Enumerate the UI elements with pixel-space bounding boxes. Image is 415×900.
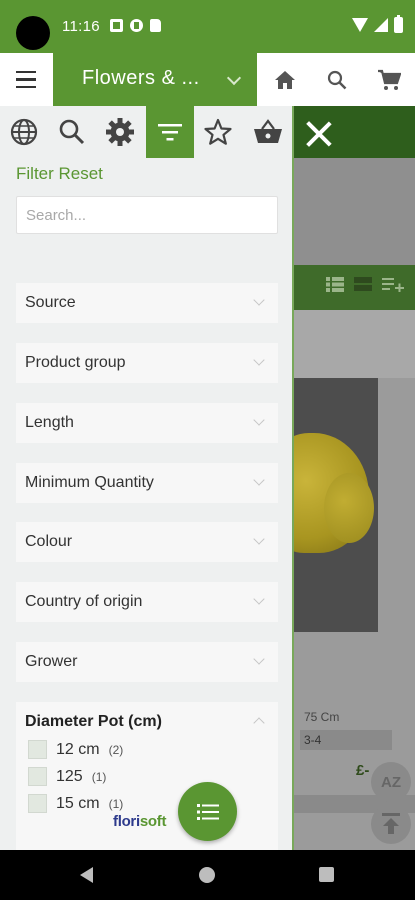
chevron-up-icon[interactable] (253, 717, 265, 729)
checkbox[interactable] (28, 740, 47, 759)
basket-button[interactable] (244, 106, 292, 158)
menu-icon[interactable] (0, 53, 52, 106)
basket-icon (254, 119, 282, 143)
filter-option[interactable]: 125 (1) (28, 767, 106, 786)
checkbox[interactable] (28, 794, 47, 813)
chevron-down-icon (253, 474, 265, 486)
grid-view-icon[interactable] (354, 277, 372, 292)
facet-minimum-quantity[interactable]: Minimum Quantity (16, 463, 278, 503)
filter-panel: Filter Reset Source Product group Length… (0, 106, 294, 852)
notification-icon (130, 19, 143, 32)
battery-icon (394, 15, 403, 33)
chevron-down-icon (253, 354, 265, 366)
product-price: £- (356, 762, 370, 779)
facet-source[interactable]: Source (16, 283, 278, 323)
list-icon (196, 803, 219, 820)
favorites-button[interactable] (194, 106, 242, 158)
list-view-icon[interactable] (326, 277, 344, 292)
search-icon (59, 119, 85, 145)
chevron-down-icon (253, 593, 265, 605)
option-label: 12 cm (56, 740, 100, 758)
status-time: 11:16 (62, 18, 100, 35)
to-top-icon (382, 813, 400, 834)
checkbox[interactable] (28, 767, 47, 786)
facet-colour[interactable]: Colour (16, 522, 278, 562)
system-nav-bar (0, 850, 415, 900)
status-bar: 11:16 (0, 0, 415, 53)
system-icons (352, 15, 403, 33)
logo-text: soft (139, 813, 167, 830)
back-icon[interactable] (80, 867, 93, 883)
chevron-down-icon (253, 294, 265, 306)
search-button[interactable] (312, 53, 362, 106)
add-list-icon[interactable] (382, 277, 404, 292)
facet-label: Product group (25, 354, 126, 371)
app-bar: Flowers & ... (0, 53, 415, 106)
panel-search-button[interactable] (48, 106, 96, 158)
category-dropdown[interactable]: Flowers & ... (53, 53, 257, 106)
product-banner (294, 158, 415, 265)
facet-label[interactable]: Diameter Pot (cm) (25, 713, 162, 731)
search-icon (327, 70, 347, 89)
chevron-down-icon (253, 533, 265, 545)
product-image-bg (378, 378, 415, 632)
facet-product-group[interactable]: Product group (16, 343, 278, 383)
filter-search-input[interactable] (16, 196, 278, 234)
signal-icon (374, 18, 388, 32)
product-header (294, 310, 415, 378)
facet-length[interactable]: Length (16, 403, 278, 443)
list-fab-button[interactable] (178, 782, 237, 841)
wifi-icon (352, 18, 368, 32)
facet-label: Colour (25, 533, 73, 550)
product-image[interactable] (294, 378, 378, 632)
chevron-down-icon (253, 414, 265, 426)
cart-button[interactable] (364, 53, 414, 106)
panel-icon-bar (0, 106, 292, 158)
chevron-down-icon (253, 653, 265, 665)
recents-icon[interactable] (319, 867, 334, 882)
view-switcher (326, 277, 404, 292)
chevron-down-icon (226, 70, 242, 86)
close-icon[interactable] (302, 117, 336, 151)
language-button[interactable] (0, 106, 48, 158)
florisoft-logo: florisoft (113, 813, 166, 830)
settings-button[interactable] (96, 106, 144, 158)
sort-az-button[interactable]: AZ (371, 762, 411, 802)
filter-option[interactable]: 15 cm (1) (28, 794, 123, 813)
facet-label: Country of origin (25, 593, 143, 610)
gear-icon (106, 118, 134, 146)
notification-icon (110, 19, 123, 32)
app-title: Flowers & ... (82, 67, 200, 89)
product-length: 75 Cm (304, 710, 340, 724)
facet-label: Length (25, 414, 74, 431)
camera-cutout (16, 16, 50, 50)
option-count: (1) (91, 769, 107, 784)
filter-option[interactable]: 12 cm (2) (28, 740, 123, 759)
option-label: 15 cm (56, 794, 100, 812)
filter-icon (158, 124, 182, 141)
option-count: (1) (108, 796, 124, 811)
home-button[interactable] (260, 53, 310, 106)
quantity-range: 3-4 (300, 730, 392, 750)
facet-country-of-origin[interactable]: Country of origin (16, 582, 278, 622)
facet-label: Source (25, 294, 76, 311)
cart-icon (378, 69, 401, 90)
facet-label: Minimum Quantity (25, 474, 154, 491)
facet-label: Grower (25, 653, 78, 670)
option-label: 125 (56, 767, 83, 785)
globe-icon (10, 118, 38, 146)
home-icon (275, 70, 295, 89)
sd-card-icon (150, 19, 161, 32)
filter-tab[interactable] (146, 106, 194, 158)
option-count: (2) (108, 742, 124, 757)
filter-reset-link[interactable]: Filter Reset (16, 164, 103, 184)
star-icon (204, 118, 232, 145)
facet-grower[interactable]: Grower (16, 642, 278, 682)
notification-icons (110, 19, 161, 32)
logo-text: flori (113, 813, 140, 830)
home-nav-icon[interactable] (199, 867, 215, 883)
scroll-top-button[interactable] (371, 804, 411, 844)
